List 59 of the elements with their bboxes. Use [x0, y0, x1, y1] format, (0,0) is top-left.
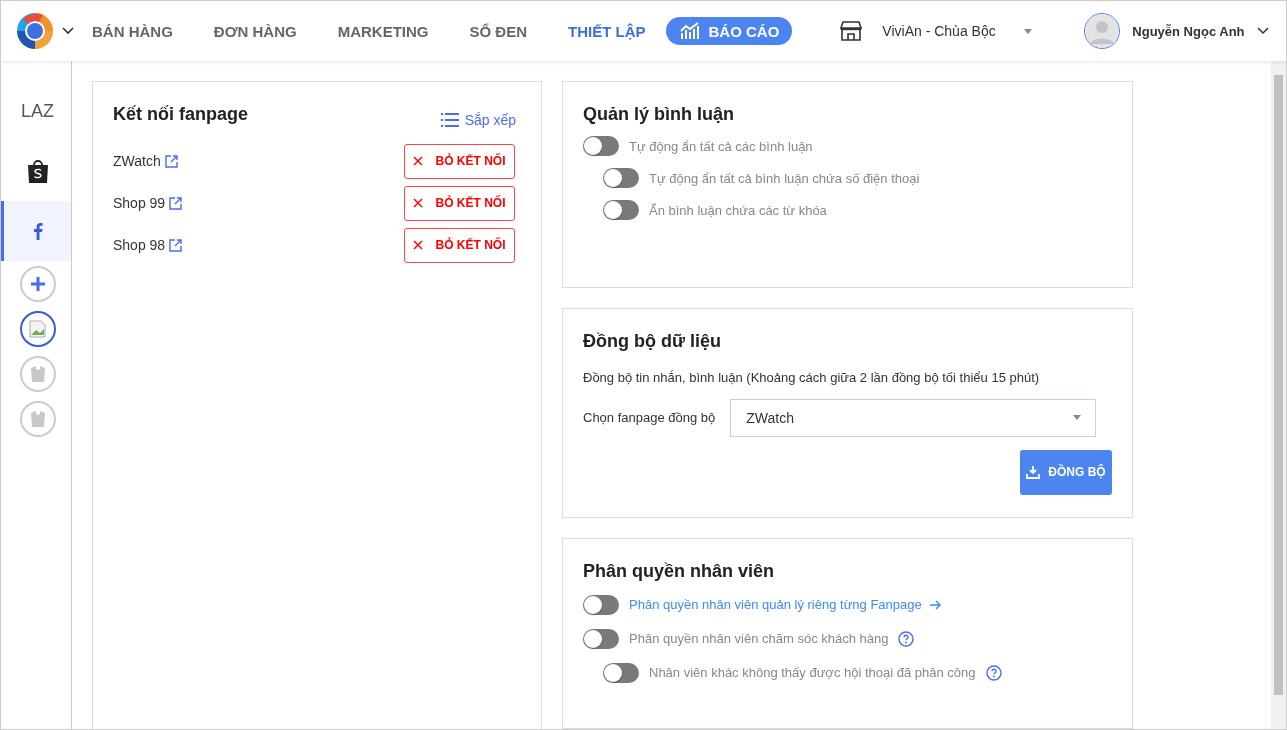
- logo-icon[interactable]: [15, 11, 55, 51]
- chevron-down-icon[interactable]: [62, 27, 74, 35]
- sidebar-item[interactable]: LAZ: [1, 81, 71, 141]
- nav-tab[interactable]: ĐƠN HÀNG: [213, 22, 297, 40]
- close-icon: [413, 156, 424, 166]
- plus-icon: [19, 265, 56, 302]
- sync-button[interactable]: ĐỒNG BỘ: [1020, 449, 1112, 495]
- store-dropdown[interactable]: ViviAn - Chùa Bộc: [882, 23, 1033, 39]
- download-icon: [1026, 465, 1041, 480]
- toggle-label: Phân quyền nhân viên chăm sóc khách hàng: [629, 631, 889, 647]
- list-icon: [440, 113, 459, 127]
- close-icon: [413, 198, 424, 208]
- nav-tab[interactable]: THIẾT LẬP: [568, 22, 646, 40]
- card-title: Kết nối fanpage: [113, 104, 248, 125]
- store-icon: [839, 21, 864, 41]
- field-label: Chọn fanpage đồng bộ: [583, 410, 716, 426]
- user-menu[interactable]: Nguyễn Ngọc Anh: [1132, 23, 1269, 39]
- sort-button[interactable]: Sắp xếp: [440, 112, 521, 128]
- toggle-switch[interactable]: [583, 628, 619, 649]
- nav-tab[interactable]: MARKETING: [337, 22, 429, 40]
- shopping-bag-icon: [19, 355, 56, 392]
- avatar-icon[interactable]: [1084, 13, 1121, 49]
- external-link-icon[interactable]: [169, 196, 183, 210]
- fanpage-select[interactable]: ZWatch: [730, 398, 1097, 437]
- arrow-right-icon: [928, 598, 942, 611]
- card-title: Phân quyền nhân viên: [583, 560, 776, 582]
- nav-tab[interactable]: BÁN HÀNG: [92, 22, 173, 40]
- external-link-icon[interactable]: [164, 154, 178, 168]
- disconnect-button[interactable]: BỎ KẾT NỐI: [404, 185, 515, 221]
- toggle-switch[interactable]: [603, 662, 639, 683]
- disconnect-button[interactable]: BỎ KẾT NỐI: [404, 143, 515, 179]
- sync-description: Đồng bộ tin nhắn, bình luận (Khoảng cách giữa 2 lần đồng bộ tối thiểu 15 phút): [583, 369, 1041, 385]
- report-button[interactable]: BÁO CÁO: [666, 17, 793, 45]
- toggle-label: Nhân viên khác không thấy được hội thoại đã phân công: [649, 665, 976, 681]
- facebook-icon: [32, 222, 43, 240]
- toggle-switch[interactable]: [583, 136, 619, 156]
- fanpage-name: Shop 99: [113, 195, 166, 211]
- toggle-switch[interactable]: [603, 200, 639, 220]
- toggle-label: Ẩn bình luận chứa các từ khóa: [649, 202, 827, 218]
- card-title: Đồng bộ dữ liệu: [583, 330, 722, 352]
- shopping-bag-icon: [19, 400, 56, 437]
- fanpage-name: ZWatch: [113, 153, 161, 169]
- toggle-label: Tự động ẩn tất cả các bình luận: [629, 138, 813, 154]
- broken-image-icon: [19, 310, 56, 347]
- nav-tab[interactable]: SỔ ĐEN: [469, 22, 527, 40]
- toggle-switch[interactable]: [603, 168, 639, 188]
- external-link-icon[interactable]: [169, 238, 183, 252]
- toggle-switch[interactable]: [583, 594, 619, 615]
- fanpage-permission-link[interactable]: Phân quyền nhân viên quản lý riêng từng Fanpage: [629, 597, 922, 613]
- help-icon[interactable]: [898, 630, 915, 647]
- close-icon: [413, 240, 424, 250]
- chevron-down-icon: [1256, 27, 1269, 35]
- disconnect-button[interactable]: BỎ KẾT NỐI: [404, 227, 515, 263]
- scrollbar[interactable]: [1271, 61, 1286, 729]
- shopping-bag-icon: [25, 158, 50, 184]
- help-icon[interactable]: [985, 664, 1002, 681]
- toggle-label: Tự động ẩn tất cả bình luận chứa số điện thoại: [649, 170, 920, 186]
- fanpage-name: Shop 98: [113, 237, 166, 253]
- card-title: Quản lý bình luận: [583, 104, 735, 125]
